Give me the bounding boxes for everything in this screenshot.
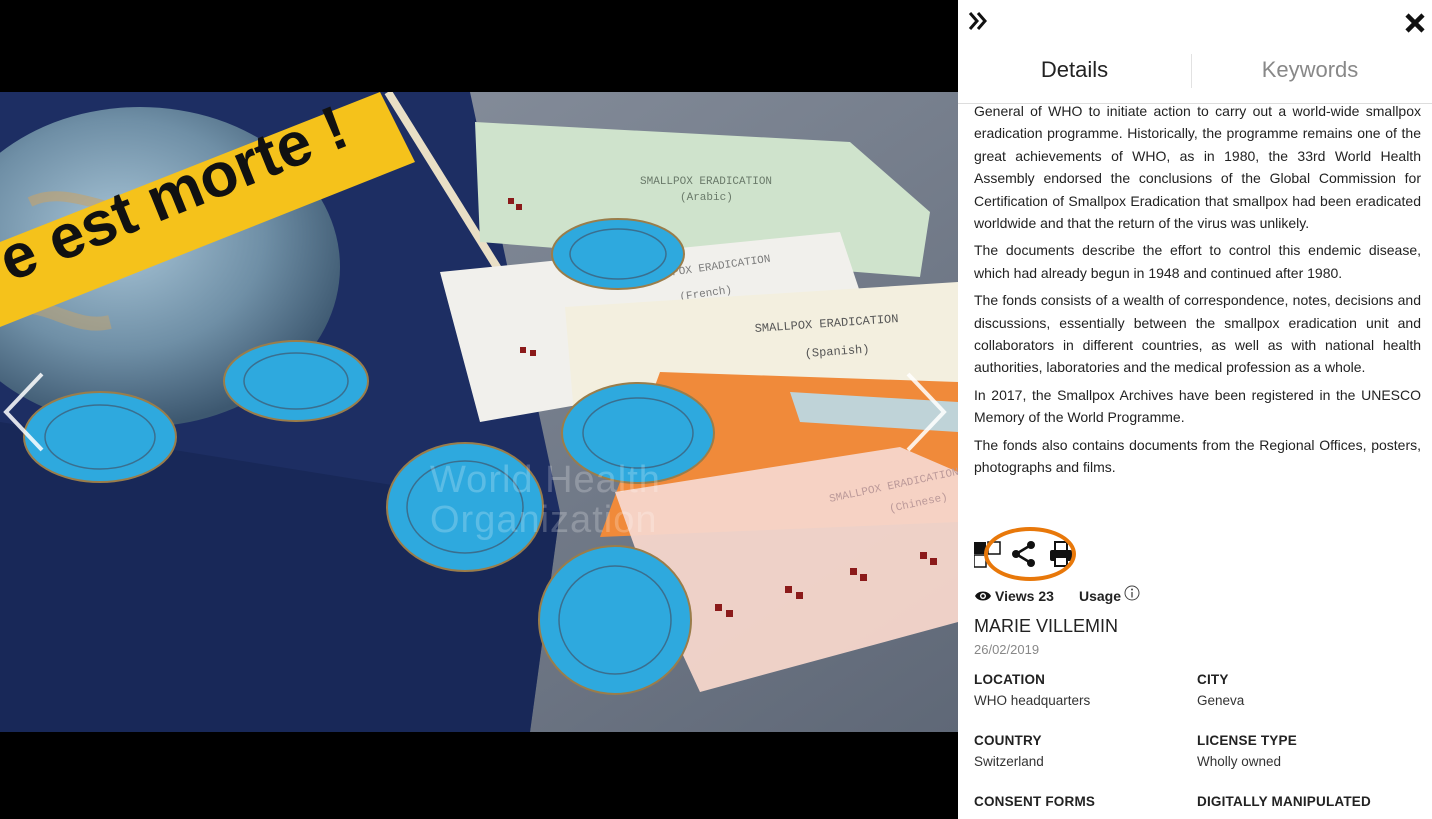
medal	[223, 340, 369, 422]
svg-text:SMALLPOX ERADICATION: SMALLPOX ERADICATION	[640, 176, 772, 188]
field-label: DIGITALLY MANIPULATED	[1197, 794, 1371, 809]
photo-date: 26/02/2019	[974, 642, 1040, 657]
info-icon[interactable]	[1124, 585, 1140, 601]
watermark: World Health Organization	[430, 459, 661, 541]
image-viewer: e est morte ! SMALLPOX ERADICATION (Arab…	[0, 0, 958, 819]
qr-code-icon[interactable]	[973, 540, 1002, 568]
description-paragraph: The fonds also contains documents from t…	[974, 436, 1421, 476]
field-value: Switzerland	[974, 754, 1044, 769]
close-icon[interactable]	[1404, 12, 1426, 34]
eye-icon	[975, 591, 991, 601]
collapse-sidebar-icon[interactable]	[966, 8, 992, 34]
action-icons	[973, 540, 1094, 570]
previous-arrow-icon[interactable]	[0, 370, 50, 454]
description-paragraph: General of WHO to initiate action to car…	[974, 103, 1421, 232]
tab-keywords[interactable]: Keywords	[1192, 48, 1428, 94]
details-sidebar: Details Keywords General of WHO to initi…	[958, 0, 1432, 819]
medal	[551, 218, 685, 290]
field-consent-forms: CONSENT FORMS	[974, 794, 1194, 809]
tab-bar: Details Keywords	[958, 48, 1432, 104]
field-label: CITY	[1197, 672, 1229, 687]
author-name: MARIE VILLEMIN	[974, 616, 1119, 636]
field-country: COUNTRY Switzerland	[974, 733, 1194, 769]
tab-details[interactable]: Details	[958, 48, 1191, 94]
field-city: CITY Geneva	[1197, 672, 1417, 708]
sidebar-top-bar	[958, 0, 1432, 48]
photo-illustration: e est morte ! SMALLPOX ERADICATION (Arab…	[0, 92, 958, 732]
field-location: LOCATION WHO headquarters	[974, 672, 1194, 708]
description-paragraph: In 2017, the Smallpox Archives have been…	[974, 386, 1421, 426]
print-icon[interactable]	[1048, 540, 1076, 568]
medal	[538, 545, 692, 695]
field-value: WHO headquarters	[974, 693, 1091, 708]
description-paragraph: The documents describe the effort to con…	[974, 242, 1421, 281]
field-label: LOCATION	[974, 672, 1046, 687]
field-label: COUNTRY	[974, 733, 1042, 748]
field-digitally-manipulated: DIGITALLY MANIPULATED	[1197, 794, 1417, 809]
field-value: Wholly owned	[1197, 754, 1282, 769]
usage-label[interactable]: Usage	[1079, 588, 1121, 604]
description-paragraph: The fonds consists of a wealth of corres…	[974, 292, 1421, 376]
svg-text:(Arabic): (Arabic)	[680, 192, 733, 204]
share-icon[interactable]	[1010, 540, 1038, 568]
field-license-type: LICENSE TYPE Wholly owned	[1197, 733, 1417, 769]
photo: e est morte ! SMALLPOX ERADICATION (Arab…	[0, 92, 958, 732]
description: General of WHO to initiate action to car…	[974, 100, 1421, 484]
field-label: CONSENT FORMS	[974, 794, 1096, 809]
field-value: Geneva	[1197, 693, 1245, 708]
next-arrow-icon[interactable]	[900, 370, 950, 454]
field-label: LICENSE TYPE	[1197, 733, 1297, 748]
